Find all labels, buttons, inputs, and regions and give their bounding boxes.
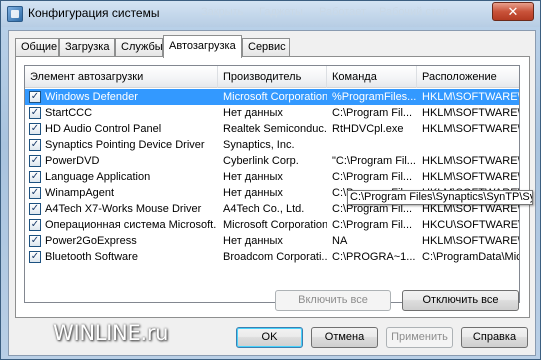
background-window-title: Гаджеты	[259, 6, 303, 18]
table-row[interactable]: ✓ Power2GoExpress Нет данных NA HKLM\SOFTWAR…	[25, 233, 519, 249]
row-item-name: Bluetooth Software	[45, 251, 138, 263]
row-location: HKCU\SOFTWARE\M	[422, 219, 520, 231]
row-manufacturer: Нет данных	[223, 171, 283, 183]
site-watermark: WINLINE.ru	[53, 321, 169, 345]
command-tooltip: C:\Program Files\Synaptics\SynTP\SynTPEn…	[347, 190, 533, 205]
row-item-name: Операционная система Microsoft...	[45, 219, 217, 231]
row-command: C:\Program Fil...	[332, 219, 413, 231]
ok-button[interactable]: OK	[236, 327, 303, 348]
row-item-name: Windows Defender	[45, 91, 138, 103]
row-checkbox[interactable]: ✓	[29, 203, 41, 215]
column-manufacturer[interactable]: Производитель	[218, 66, 327, 88]
row-manufacturer: Cyberlink Corp.	[223, 155, 299, 167]
row-location: HKLM\SOFTWARE\M	[422, 171, 520, 183]
row-location: HKLM\SOFTWARE\M	[422, 235, 520, 247]
cancel-button[interactable]: Отмена	[311, 327, 378, 348]
background-window-title: Закрыть	[201, 6, 244, 18]
row-item-name: HD Audio Control Panel	[45, 123, 162, 135]
row-location: HKLM\SOFTWARE\M	[422, 91, 520, 103]
disable-all-button[interactable]: Отключить все	[402, 290, 519, 311]
row-item-name: Language Application	[45, 171, 151, 183]
title-bar[interactable]: Конфигурация системы Закрыть Гаджеты Раб…	[1, 1, 540, 27]
startup-tab-panel: Элемент автозагрузки Производитель Коман…	[15, 56, 533, 318]
row-manufacturer: Broadcom Corporati...	[223, 251, 327, 263]
tab-services[interactable]: Службы	[115, 38, 163, 57]
row-manufacturer: Нет данных	[223, 235, 283, 247]
row-checkbox[interactable]: ✓	[29, 251, 41, 263]
table-row[interactable]: ✓ Windows Defender Microsoft Corporation %P…	[25, 89, 519, 105]
column-startup-item[interactable]: Элемент автозагрузки	[25, 66, 218, 88]
tab-tools[interactable]: Сервис	[242, 38, 290, 57]
table-row[interactable]: ✓ Операционная система Microsoft... Micros…	[25, 217, 519, 233]
row-item-name: StartCCC	[45, 107, 93, 119]
table-row[interactable]: ✓ HD Audio Control Panel Realtek Semicondu…	[25, 121, 519, 137]
row-command: %ProgramFiles...	[332, 91, 417, 103]
row-command: "C:\Program Fil...	[332, 155, 416, 167]
tab-startup[interactable]: Автозагрузка	[163, 35, 242, 58]
row-checkbox[interactable]: ✓	[29, 139, 41, 151]
msconfig-icon	[7, 6, 23, 22]
row-command: C:\Program Fil...	[332, 107, 413, 119]
help-button[interactable]: Справка	[461, 327, 528, 348]
row-item-name: Synaptics Pointing Device Driver	[45, 139, 205, 151]
row-manufacturer: Microsoft Corporation	[223, 219, 327, 231]
close-icon: ✕	[507, 4, 519, 19]
row-location: HKLM\SOFTWARE\M	[422, 155, 520, 167]
row-command: NA	[332, 235, 348, 247]
dialog-body: Общие Загрузка Службы Автозагрузка Серви…	[8, 30, 536, 356]
row-command: C:\Program Fil...	[332, 171, 413, 183]
tab-general[interactable]: Общие	[15, 38, 59, 57]
table-row[interactable]: ✓ Bluetooth Software Broadcom Corporati...…	[25, 249, 519, 265]
enable-all-button[interactable]: Включить все	[275, 290, 391, 311]
startup-list[interactable]: Элемент автозагрузки Производитель Коман…	[24, 65, 520, 303]
system-config-window: Конфигурация системы Закрыть Гаджеты Раб…	[0, 0, 541, 360]
row-checkbox[interactable]: ✓	[29, 171, 41, 183]
row-manufacturer: Нет данных	[223, 107, 283, 119]
row-manufacturer: A4Tech Co., Ltd.	[223, 203, 305, 215]
table-row[interactable]: ✓ Language Application Нет данных C:\Progra…	[25, 169, 519, 185]
row-manufacturer: Нет данных	[223, 187, 283, 199]
row-location	[422, 137, 519, 153]
row-manufacturer: Realtek Semiconduc...	[223, 123, 327, 135]
apply-button[interactable]: Применить	[386, 327, 453, 348]
row-location: HKLM\SOFTWARE\M	[422, 123, 520, 135]
row-command: C:\PROGRA~1...	[332, 251, 416, 263]
table-row[interactable]: ✓ StartCCC Нет данных C:\Program Fil... HKLM…	[25, 105, 519, 121]
window-title: Конфигурация системы	[28, 6, 160, 20]
row-item-name: WinampAgent	[45, 187, 115, 199]
column-command[interactable]: Команда	[327, 66, 417, 88]
row-manufacturer: Synaptics, Inc.	[223, 139, 295, 151]
row-checkbox[interactable]: ✓	[29, 235, 41, 247]
row-checkbox[interactable]: ✓	[29, 187, 41, 199]
row-checkbox[interactable]: ✓	[29, 91, 41, 103]
row-checkbox[interactable]: ✓	[29, 123, 41, 135]
row-checkbox[interactable]: ✓	[29, 155, 41, 167]
list-header: Элемент автозагрузки Производитель Коман…	[25, 66, 519, 88]
close-button[interactable]: ✕	[492, 2, 534, 21]
tab-boot[interactable]: Загрузка	[59, 38, 115, 57]
row-manufacturer: Microsoft Corporation	[223, 91, 327, 103]
row-command	[332, 137, 417, 153]
table-row[interactable]: ✓ Synaptics Pointing Device Driver Synapti…	[25, 137, 519, 153]
background-window-title: Рабочий стол	[379, 6, 449, 18]
background-window-title: Работает	[319, 6, 367, 18]
row-location: C:\ProgramData\Mic	[422, 251, 520, 263]
row-checkbox[interactable]: ✓	[29, 219, 41, 231]
row-command: RtHDVCpl.exe	[332, 123, 404, 135]
row-item-name: A4Tech X7-Works Mouse Driver	[45, 203, 202, 215]
row-location: HKLM\SOFTWARE\M	[422, 107, 520, 119]
table-row[interactable]: ✓ PowerDVD Cyberlink Corp. "C:\Program Fil.…	[25, 153, 519, 169]
column-location[interactable]: Расположение	[417, 66, 519, 88]
row-item-name: PowerDVD	[45, 155, 100, 167]
row-item-name: Power2GoExpress	[45, 235, 137, 247]
row-checkbox[interactable]: ✓	[29, 107, 41, 119]
